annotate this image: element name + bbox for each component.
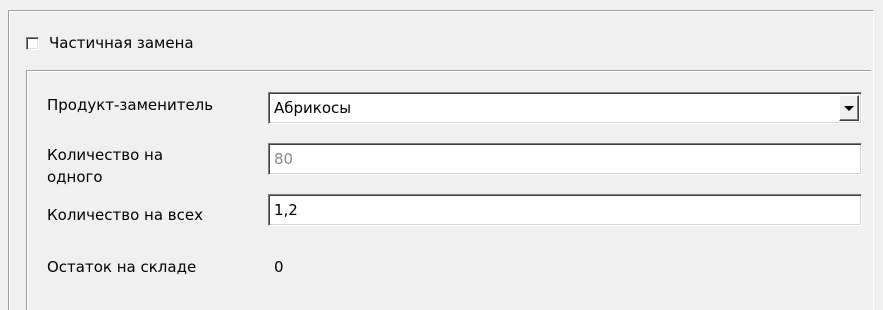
- partial-replacement-toggle[interactable]: Частичная замена: [26, 32, 194, 54]
- quantity-per-one-label-line1: Количество на: [47, 146, 164, 164]
- quantity-for-all-label: Количество на всех: [47, 206, 203, 224]
- substitute-product-dropdown[interactable]: Абрикосы: [268, 92, 862, 124]
- substitute-product-label: Продукт-заменитель: [47, 96, 214, 114]
- stock-remaining-label: Остаток на складе: [47, 258, 197, 276]
- partial-replacement-checkbox[interactable]: [26, 36, 39, 50]
- quantity-per-one-field: 80: [268, 143, 862, 175]
- stock-remaining-value: 0: [274, 258, 284, 276]
- quantity-per-one-label-line2: одного: [47, 168, 103, 186]
- dropdown-button[interactable]: [839, 95, 859, 121]
- partial-replacement-label: Частичная замена: [49, 34, 194, 52]
- chevron-down-icon: [844, 105, 854, 111]
- quantity-for-all-field[interactable]: 1,2: [268, 194, 862, 226]
- substitute-product-value: Абрикосы: [274, 99, 352, 117]
